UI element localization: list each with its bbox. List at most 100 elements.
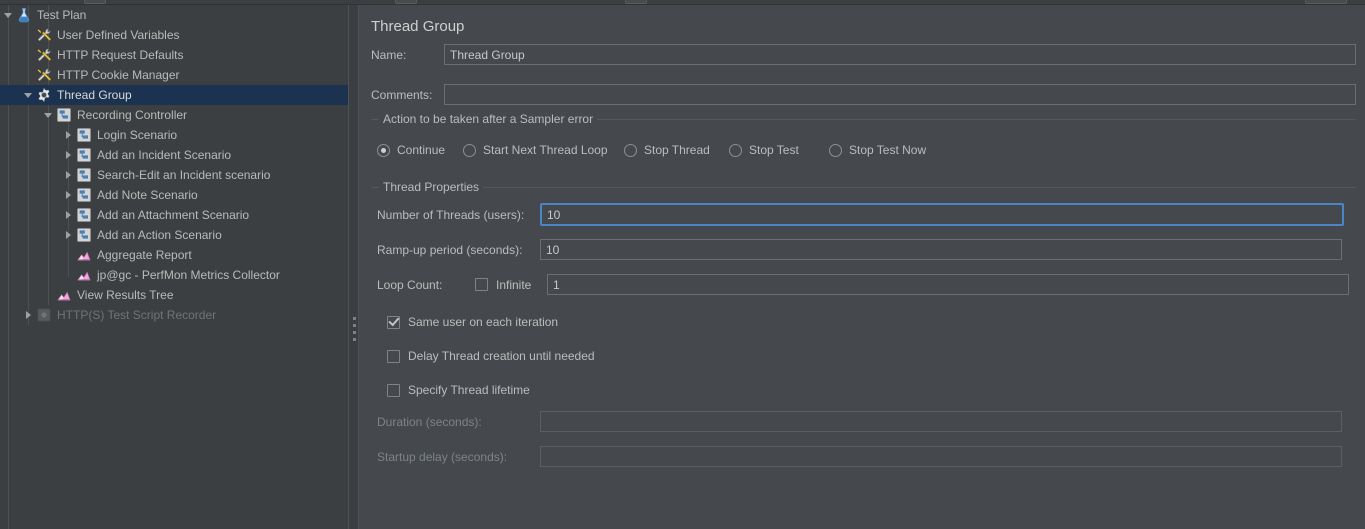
toolbar-button-group-1[interactable]	[84, 0, 106, 4]
chevron-right-icon	[65, 171, 71, 179]
tree-row-container: Test Plan User Defined Variables HTTP Requ…	[0, 5, 348, 325]
listener-icon	[56, 287, 72, 303]
test-plan-icon	[16, 7, 32, 23]
test-plan-tree[interactable]: Test Plan User Defined Variables HTTP Requ…	[0, 5, 348, 529]
radio-stop-test[interactable]: Stop Test	[729, 143, 799, 157]
name-field-row: Name:	[371, 44, 1356, 65]
config-element-icon	[36, 47, 52, 63]
chevron-right-icon[interactable]	[60, 145, 76, 165]
chevron-right-icon[interactable]	[60, 205, 76, 225]
same-user-checkbox[interactable]	[387, 315, 400, 329]
specify-lifetime-row[interactable]: Specify Thread lifetime	[387, 383, 530, 397]
tree-item-label: Login Scenario	[97, 128, 178, 142]
main-split-pane: Test Plan User Defined Variables HTTP Requ…	[0, 5, 1365, 529]
loop-count-input[interactable]	[547, 274, 1349, 295]
rampup-input[interactable]	[540, 239, 1342, 260]
listener-icon	[76, 247, 92, 263]
radio-indicator[interactable]	[624, 143, 637, 157]
tree-toggle-spacer	[20, 65, 36, 85]
radio-indicator[interactable]	[377, 143, 390, 157]
controller-icon	[76, 127, 92, 143]
tree-item-search-edit-an-incident-scenario[interactable]: Search-Edit an Incident scenario	[0, 165, 348, 185]
chevron-right-icon	[65, 211, 71, 219]
comments-field-row: Comments:	[371, 84, 1356, 105]
tree-item-label: User Defined Variables	[57, 28, 180, 42]
recorder-icon	[36, 307, 52, 323]
specify-lifetime-checkbox[interactable]	[387, 383, 400, 397]
infinite-checkbox[interactable]	[475, 278, 488, 291]
rampup-row: Ramp-up period (seconds):	[377, 239, 1342, 260]
tree-item-label: Recording Controller	[77, 108, 188, 122]
radio-label: Stop Thread	[644, 143, 710, 157]
splitter-grip-icon[interactable]	[353, 317, 356, 343]
num-threads-input[interactable]	[540, 203, 1344, 226]
startup-delay-label: Startup delay (seconds):	[377, 449, 508, 464]
sampler-error-group-title: Action to be taken after a Sampler error	[379, 112, 598, 126]
num-threads-row: Number of Threads (users):	[377, 203, 1344, 226]
tree-item-label: Thread Group	[57, 88, 132, 102]
tree-item-add-note-scenario[interactable]: Add Note Scenario	[0, 185, 348, 205]
page-title: Thread Group	[371, 18, 465, 35]
tree-item-add-an-action-scenario[interactable]: Add an Action Scenario	[0, 225, 348, 245]
tree-item-label: HTTP Cookie Manager	[57, 68, 180, 82]
tree-item-label: Add an Attachment Scenario	[97, 208, 250, 222]
toolbar-button-group-4[interactable]	[1305, 0, 1347, 4]
config-element-icon	[36, 27, 52, 43]
tree-item-label: Add an Incident Scenario	[97, 148, 232, 162]
radio-indicator[interactable]	[729, 143, 742, 157]
name-label: Name:	[371, 47, 407, 62]
chevron-right-icon[interactable]	[20, 305, 36, 325]
loop-count-label: Loop Count:	[377, 277, 443, 292]
duration-row: Duration (seconds):	[377, 411, 1342, 432]
chevron-right-icon[interactable]	[60, 185, 76, 205]
chevron-down-icon[interactable]	[40, 105, 56, 125]
chevron-right-icon[interactable]	[60, 125, 76, 145]
startup-delay-input[interactable]	[540, 446, 1342, 467]
tree-item-login-scenario[interactable]: Login Scenario	[0, 125, 348, 145]
tree-item-http-s-test-script-recorder[interactable]: HTTP(S) Test Script Recorder	[0, 305, 348, 325]
chevron-right-icon[interactable]	[60, 225, 76, 245]
radio-continue[interactable]: Continue	[377, 143, 445, 157]
chevron-right-icon[interactable]	[60, 165, 76, 185]
tree-item-label: HTTP Request Defaults	[57, 48, 184, 62]
same-user-row[interactable]: Same user on each iteration	[387, 315, 558, 329]
radio-stop-thread[interactable]: Stop Thread	[624, 143, 710, 157]
toolbar-button-group-2[interactable]	[395, 0, 417, 4]
same-user-label: Same user on each iteration	[408, 315, 559, 329]
delay-thread-row[interactable]: Delay Thread creation until needed	[387, 349, 595, 363]
name-input[interactable]	[444, 44, 1356, 65]
duration-input[interactable]	[540, 411, 1342, 432]
tree-item-jp-gc-perfmon-metrics-collector[interactable]: jp@gc - PerfMon Metrics Collector	[0, 265, 348, 285]
delay-thread-checkbox[interactable]	[387, 349, 400, 363]
tree-item-label: Add Note Scenario	[97, 188, 198, 202]
tree-item-http-request-defaults[interactable]: HTTP Request Defaults	[0, 45, 348, 65]
chevron-down-icon[interactable]	[20, 85, 36, 105]
controller-icon	[76, 227, 92, 243]
tree-item-add-an-incident-scenario[interactable]: Add an Incident Scenario	[0, 145, 348, 165]
tree-item-label: Search-Edit an Incident scenario	[97, 168, 271, 182]
tree-item-recording-controller[interactable]: Recording Controller	[0, 105, 348, 125]
chevron-down-icon[interactable]	[0, 5, 16, 25]
controller-icon	[76, 207, 92, 223]
tree-item-test-plan[interactable]: Test Plan	[0, 5, 348, 25]
tree-item-user-defined-variables[interactable]: User Defined Variables	[0, 25, 348, 45]
chevron-down-icon	[4, 12, 12, 18]
thread-group-icon	[36, 87, 52, 103]
tree-item-label: Aggregate Report	[97, 248, 192, 262]
tree-item-view-results-tree[interactable]: View Results Tree	[0, 285, 348, 305]
radio-indicator[interactable]	[829, 143, 842, 157]
thread-group-config-panel: Thread Group Name: Comments: Action to b…	[359, 5, 1365, 529]
tree-item-add-an-attachment-scenario[interactable]: Add an Attachment Scenario	[0, 205, 348, 225]
radio-stop-test-now[interactable]: Stop Test Now	[829, 143, 926, 157]
tree-toggle-spacer	[60, 245, 76, 265]
comments-input[interactable]	[444, 84, 1356, 105]
tree-item-aggregate-report[interactable]: Aggregate Report	[0, 245, 348, 265]
toolbar-button-group-3[interactable]	[625, 0, 647, 4]
tree-item-thread-group[interactable]: Thread Group	[0, 85, 348, 105]
tree-toggle-spacer	[60, 265, 76, 285]
radio-indicator[interactable]	[463, 143, 476, 157]
panel-splitter[interactable]	[348, 5, 359, 529]
radio-start-next-thread-loop[interactable]: Start Next Thread Loop	[463, 143, 608, 157]
tree-item-http-cookie-manager[interactable]: HTTP Cookie Manager	[0, 65, 348, 85]
chevron-right-icon	[25, 311, 31, 319]
